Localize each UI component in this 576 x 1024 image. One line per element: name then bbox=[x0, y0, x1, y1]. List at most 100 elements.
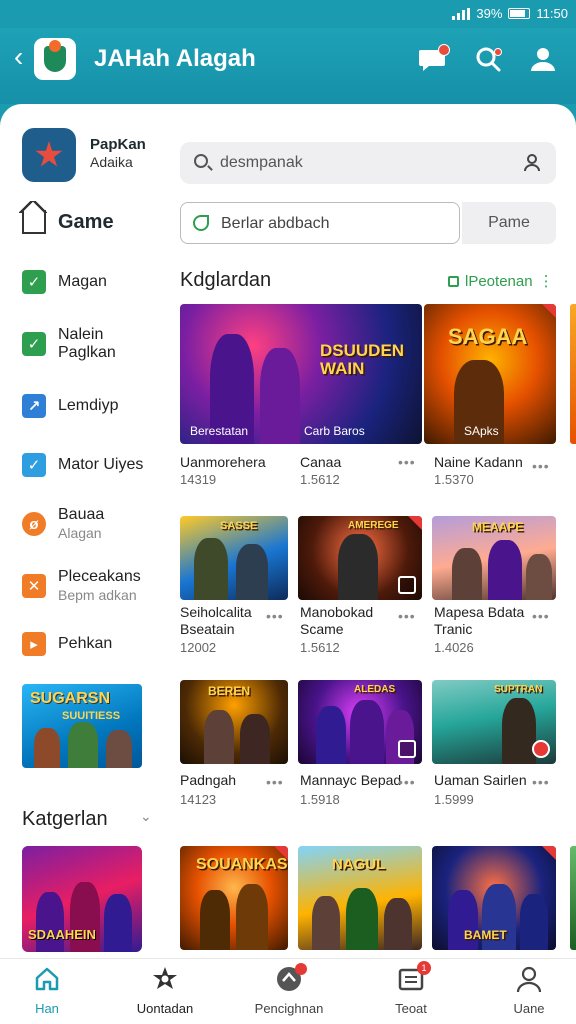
tile-art-title: SUPTRAN bbox=[494, 684, 543, 695]
featured-banner-2[interactable]: SAGAA SApks bbox=[424, 304, 556, 444]
sidebar-item-bauaa[interactable]: ø Bauaa Alagan bbox=[22, 506, 104, 542]
character-figure bbox=[104, 894, 132, 952]
game-tile[interactable]: NAGUL bbox=[298, 846, 422, 950]
featured-caption: Berestatan bbox=[190, 424, 249, 438]
app-title: JAHah Alagah bbox=[94, 45, 256, 72]
sidebar-item-lemdiyp[interactable]: ↗ Lemdiyp bbox=[22, 394, 118, 418]
filter-field[interactable]: Berlar abdbach bbox=[180, 202, 460, 244]
nav-pencighnan[interactable]: Pencighnan bbox=[234, 963, 344, 1016]
character-figure bbox=[240, 714, 270, 764]
filter-input[interactable]: Berlar abdbach bbox=[221, 215, 330, 233]
sidebar-item-nalein[interactable]: ✓ Nalein Paglkan bbox=[22, 326, 116, 362]
corner-badge bbox=[542, 304, 556, 318]
game-title: Canaa bbox=[300, 454, 342, 470]
featured-banner[interactable]: DSUUDEN WAIN Berestatan Carb Baros bbox=[180, 304, 422, 444]
character-figure bbox=[384, 898, 412, 950]
tile-art-title: ALEDAS bbox=[354, 684, 396, 695]
character-figure bbox=[260, 348, 300, 444]
game-tile[interactable]: SUPTRAN bbox=[432, 680, 556, 764]
game-tile[interactable]: SASSE bbox=[180, 516, 288, 600]
user-icon[interactable] bbox=[522, 152, 542, 172]
game-label: Game bbox=[58, 210, 114, 233]
inbox-icon: 1 bbox=[397, 961, 431, 993]
promo-banner[interactable]: SUGARSN SUUITIESS bbox=[22, 684, 142, 768]
game-count: 14319 bbox=[180, 472, 217, 487]
nav-badge-dot bbox=[295, 963, 307, 975]
tile-art-title: BAMET bbox=[464, 928, 507, 942]
sidebar-item-pehkan[interactable]: ▸ Pehkan bbox=[22, 632, 112, 656]
search-input[interactable]: desmpanak bbox=[220, 154, 303, 172]
section-link-label: lPeotenan bbox=[465, 272, 533, 290]
signal-icon bbox=[452, 7, 471, 20]
tile-art-title: MEAAPE bbox=[472, 520, 524, 534]
home-icon bbox=[33, 965, 61, 993]
character-figure bbox=[316, 706, 346, 764]
search-button[interactable] bbox=[472, 42, 506, 76]
chat-notification-button[interactable] bbox=[416, 42, 450, 76]
nav-label: Teoat bbox=[395, 1001, 427, 1016]
search-bar[interactable]: desmpanak bbox=[180, 142, 556, 184]
sidebar-item-mator[interactable]: ✓ Mator Uiyes bbox=[22, 453, 143, 477]
game-tile[interactable]: AMEREGE bbox=[298, 516, 422, 600]
game-title: Manobokad bbox=[300, 604, 374, 620]
game-count: 1.5612 bbox=[300, 472, 340, 487]
game-tile[interactable]: BAMET bbox=[432, 846, 556, 950]
game-count: 12002 bbox=[180, 640, 217, 655]
sidebar-game-heading[interactable]: Game bbox=[19, 201, 114, 234]
more-dots-icon[interactable]: ••• bbox=[532, 774, 550, 790]
sidebar-item-label: Pehkan bbox=[58, 635, 113, 652]
category-card[interactable]: SDAAHEIN bbox=[22, 846, 142, 952]
tile-art-title: NAGUL bbox=[332, 856, 386, 873]
more-dots-icon[interactable]: ••• bbox=[266, 608, 284, 624]
game-title: Naine Kadann bbox=[434, 454, 523, 470]
more-dots-icon[interactable]: ••• bbox=[398, 608, 416, 624]
section-title: Kdglardan bbox=[180, 269, 272, 291]
featured-art-title: SAGAA bbox=[448, 324, 528, 349]
profile-button[interactable] bbox=[526, 42, 560, 76]
shield-logo-icon bbox=[44, 40, 66, 72]
game-count: 1.5918 bbox=[300, 792, 340, 807]
more-dots-icon[interactable]: ••• bbox=[398, 454, 416, 470]
game-tile[interactable]: ALEDAS bbox=[298, 680, 422, 764]
game-title: Seiholcalita bbox=[180, 604, 252, 620]
back-chevron-icon[interactable]: ‹ bbox=[14, 42, 34, 72]
more-dots-icon[interactable]: ••• bbox=[398, 774, 416, 790]
promo-title: SUGARSN bbox=[30, 690, 111, 707]
nav-teoat[interactable]: 1 Teoat bbox=[356, 961, 466, 1016]
featured-art-title: DSUUDEN WAIN bbox=[320, 341, 405, 378]
sidebar-item-magan[interactable]: ✓ Magan bbox=[22, 270, 107, 294]
sidebar-item-sub: Bepm adkan bbox=[58, 587, 137, 603]
badge-icon bbox=[532, 740, 550, 758]
search-icon bbox=[476, 47, 501, 72]
game-title: Padngah bbox=[180, 772, 237, 788]
character-figure bbox=[68, 722, 98, 768]
game-tile[interactable]: SOUANKAS bbox=[180, 846, 288, 950]
nav-home[interactable]: Han bbox=[0, 965, 102, 1016]
tile-art-title: SOUANKAS bbox=[196, 856, 288, 873]
game-tile[interactable]: MEAAPE bbox=[432, 516, 556, 600]
sidebar-item-sub: Alagan bbox=[58, 525, 102, 541]
game-count: 1.5370 bbox=[434, 472, 474, 487]
chevron-down-icon[interactable]: ⌄ bbox=[140, 808, 152, 825]
side-app-icon[interactable] bbox=[22, 128, 76, 182]
nav-uane[interactable]: Uane bbox=[474, 965, 576, 1016]
category-card-title: SDAAHEIN bbox=[28, 927, 96, 942]
section-link[interactable]: lPeotenan ⋮ bbox=[448, 272, 554, 290]
search-icon bbox=[194, 154, 208, 168]
game-title-2: Scame bbox=[300, 621, 344, 637]
nav-uontadan[interactable]: Uontadan bbox=[110, 965, 220, 1016]
battery-percent: 39% bbox=[476, 6, 503, 21]
sidebar-item-pleceakans[interactable]: ✕ Pleceakans Bepm adkan bbox=[22, 568, 141, 604]
nav-label: Pencighnan bbox=[254, 1001, 324, 1016]
character-figure bbox=[520, 894, 548, 950]
check-icon: ✓ bbox=[22, 332, 46, 356]
battery-icon bbox=[508, 8, 531, 19]
more-dots-icon[interactable]: ••• bbox=[266, 774, 284, 790]
filter-button[interactable]: Pame bbox=[462, 202, 556, 244]
box-icon bbox=[398, 576, 416, 594]
more-dots-icon[interactable]: ••• bbox=[532, 458, 550, 474]
app-logo[interactable] bbox=[34, 38, 76, 80]
game-tile[interactable]: BEREN bbox=[180, 680, 288, 764]
character-figure bbox=[194, 538, 228, 600]
more-dots-icon[interactable]: ••• bbox=[532, 608, 550, 624]
